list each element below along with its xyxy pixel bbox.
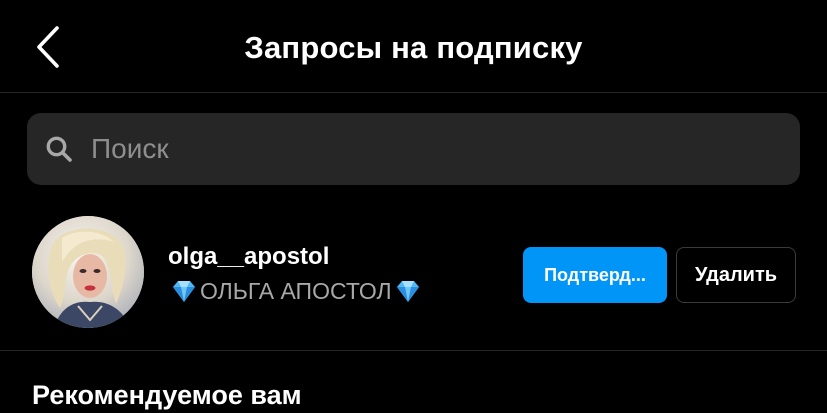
confirm-request-button[interactable]: Подтверд... [523,247,667,303]
follow-request-row: olga__apostol ОЛЬГА АПОСТОЛ Подтверд... … [0,205,827,351]
delete-request-button[interactable]: Удалить [676,247,796,303]
request-full-name-line: ОЛЬГА АПОСТОЛ [168,276,424,306]
header-bar: Запросы на подписку [0,0,827,93]
avatar[interactable] [32,216,144,328]
request-username[interactable]: olga__apostol [168,242,329,272]
diamond-emoji-icon [173,281,195,302]
search-icon [46,136,72,162]
recommended-section-title: Рекомендуемое вам [32,380,302,410]
avatar-photo [32,216,144,328]
follow-requests-screen: Запросы на подписку Поиск olga__apostol … [0,0,827,413]
page-title: Запросы на подписку [244,30,583,65]
search-bar[interactable] [27,113,800,185]
request-full-name: ОЛЬГА АПОСТОЛ [200,278,392,304]
diamond-emoji-icon [396,281,419,302]
search-input[interactable] [91,131,751,167]
